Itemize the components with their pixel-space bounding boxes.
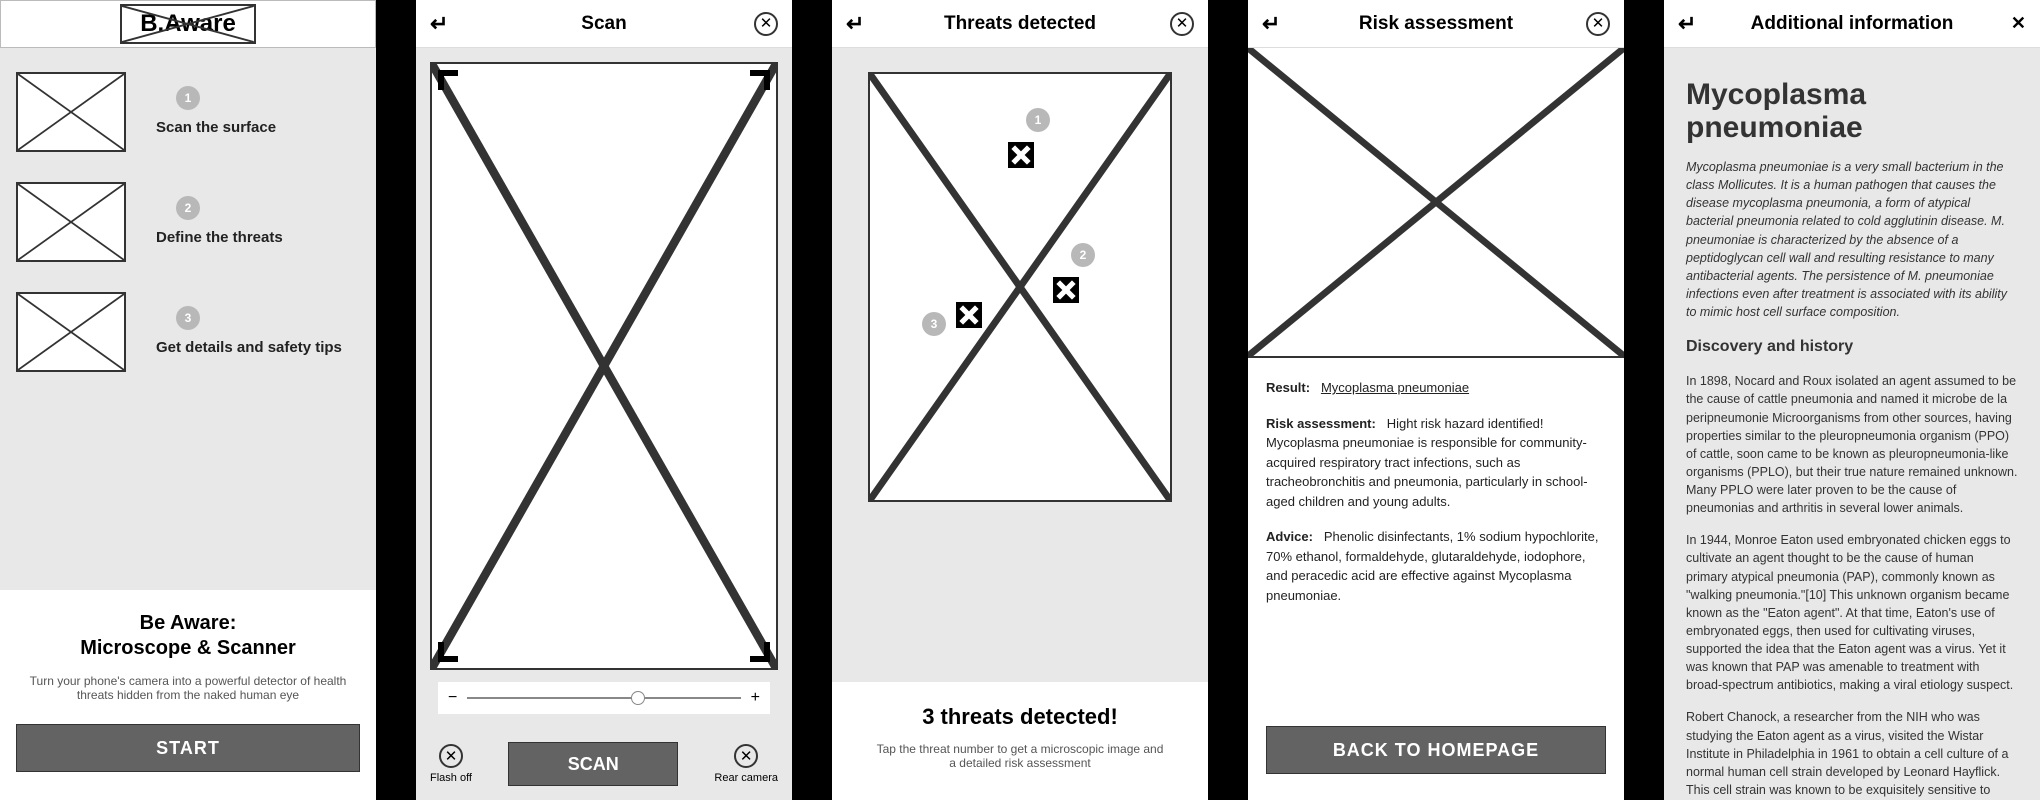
onboarding-steps: 1 Scan the surface 2 Define the threats … bbox=[0, 48, 376, 372]
step-1-number: 1 bbox=[176, 86, 200, 110]
back-icon[interactable]: ↵ bbox=[1678, 11, 1696, 37]
close-icon[interactable]: ✕ bbox=[1586, 12, 1610, 36]
close-icon[interactable]: ✕ bbox=[1170, 12, 1194, 36]
threat-marker-3[interactable]: 3 bbox=[956, 302, 982, 328]
frame-corner-icon bbox=[438, 642, 458, 662]
risk-label: Risk assessment: bbox=[1266, 416, 1376, 431]
threats-summary: 3 threats detected! Tap the threat numbe… bbox=[832, 682, 1208, 800]
back-icon[interactable]: ↵ bbox=[1262, 11, 1280, 37]
page-title: Additional information bbox=[1751, 13, 1954, 35]
intro-panel: Be Aware: Microscope & Scanner Turn your… bbox=[0, 590, 376, 800]
frame-corner-icon bbox=[438, 70, 458, 90]
article-intro: Mycoplasma pneumoniae is a very small ba… bbox=[1686, 158, 2018, 321]
threat-map: 1 2 3 bbox=[868, 72, 1172, 502]
page-title: Threats detected bbox=[944, 13, 1096, 35]
result-label: Result: bbox=[1266, 380, 1310, 395]
flash-icon: ✕ bbox=[439, 744, 463, 768]
zoom-out-icon[interactable]: − bbox=[448, 689, 457, 707]
screen-risk: ↵ Risk assessment ✕ Result: Mycoplasma p… bbox=[1248, 0, 1624, 800]
screen-scan: ↵ Scan ✕ − + ✕ Flash off SCAN ✕ bbox=[416, 0, 792, 800]
camera-label: Rear camera bbox=[714, 772, 778, 784]
threat-marker-icon bbox=[956, 302, 982, 328]
header: B.Aware bbox=[0, 0, 376, 48]
zoom-thumb[interactable] bbox=[631, 691, 645, 705]
frame-corner-icon bbox=[750, 70, 770, 90]
zoom-in-icon[interactable]: + bbox=[751, 689, 760, 707]
threats-description: Tap the threat number to get a microscop… bbox=[872, 742, 1168, 770]
app-logo: B.Aware bbox=[120, 4, 256, 44]
result-value[interactable]: Mycoplasma pneumoniae bbox=[1321, 380, 1469, 395]
page-title: Risk assessment bbox=[1359, 13, 1513, 35]
threat-number: 3 bbox=[922, 312, 946, 336]
screen-home: B.Aware 1 Scan the surface 2 Define the … bbox=[0, 0, 376, 800]
step-2-number: 2 bbox=[176, 196, 200, 220]
article-subheading: Discovery and history bbox=[1686, 335, 2018, 358]
zoom-slider[interactable]: − + bbox=[438, 682, 770, 714]
flash-label: Flash off bbox=[430, 772, 472, 784]
flash-toggle[interactable]: ✕ Flash off bbox=[430, 744, 472, 784]
step-1: 1 Scan the surface bbox=[16, 72, 360, 152]
frame-corner-icon bbox=[750, 642, 770, 662]
scan-viewport: − + ✕ Flash off SCAN ✕ Rear camera bbox=[416, 48, 792, 800]
camera-toggle[interactable]: ✕ Rear camera bbox=[714, 744, 778, 784]
article-body[interactable]: Mycoplasma pneumoniae Mycoplasma pneumon… bbox=[1664, 48, 2040, 800]
step-3-label: Get details and safety tips bbox=[156, 338, 342, 358]
camera-icon: ✕ bbox=[734, 744, 758, 768]
step-2: 2 Define the threats bbox=[16, 182, 360, 262]
threat-marker-2[interactable]: 2 bbox=[1053, 277, 1079, 303]
intro-heading-1: Be Aware: bbox=[16, 612, 360, 635]
screen-info: ↵ Additional information Mycoplasma pneu… bbox=[1664, 0, 2040, 800]
header: ↵ Threats detected ✕ bbox=[832, 0, 1208, 48]
threat-marker-1[interactable]: 1 bbox=[1008, 142, 1034, 168]
step-2-image-placeholder bbox=[16, 182, 126, 262]
article-paragraph: Robert Chanock, a researcher from the NI… bbox=[1686, 708, 2018, 800]
threat-number: 2 bbox=[1071, 243, 1095, 267]
zoom-track[interactable] bbox=[467, 697, 740, 699]
article-paragraph: In 1898, Nocard and Roux isolated an age… bbox=[1686, 372, 2018, 517]
header: ↵ Risk assessment ✕ bbox=[1248, 0, 1624, 48]
back-icon[interactable]: ↵ bbox=[430, 11, 448, 37]
page-title: Scan bbox=[581, 13, 626, 35]
intro-description: Turn your phone's camera into a powerful… bbox=[26, 674, 350, 702]
camera-preview-placeholder bbox=[430, 62, 778, 670]
close-icon[interactable]: ✕ bbox=[754, 12, 778, 36]
microscope-image-placeholder bbox=[1248, 48, 1624, 358]
threats-heading: 3 threats detected! bbox=[852, 704, 1188, 730]
step-1-label: Scan the surface bbox=[156, 118, 276, 138]
header: ↵ Additional information bbox=[1664, 0, 2040, 48]
back-icon[interactable]: ↵ bbox=[846, 11, 864, 37]
screen-threats: ↵ Threats detected ✕ 1 2 3 3 threats det… bbox=[832, 0, 1208, 800]
close-icon[interactable] bbox=[2011, 13, 2026, 34]
scan-button[interactable]: SCAN bbox=[508, 742, 678, 786]
start-button[interactable]: START bbox=[16, 724, 360, 772]
step-1-image-placeholder bbox=[16, 72, 126, 152]
risk-text-panel: Result: Mycoplasma pneumoniae Risk asses… bbox=[1248, 358, 1624, 726]
back-home-button[interactable]: BACK TO HOMEPAGE bbox=[1266, 726, 1606, 774]
step-3: 3 Get details and safety tips bbox=[16, 292, 360, 372]
header: ↵ Scan ✕ bbox=[416, 0, 792, 48]
threat-number: 1 bbox=[1026, 108, 1050, 132]
article-paragraph: In 1944, Monroe Eaton used embryonated c… bbox=[1686, 531, 2018, 694]
advice-label: Advice: bbox=[1266, 529, 1313, 544]
step-2-label: Define the threats bbox=[156, 228, 283, 248]
step-3-image-placeholder bbox=[16, 292, 126, 372]
scan-result-placeholder bbox=[868, 72, 1172, 502]
intro-heading-2: Microscope & Scanner bbox=[16, 637, 360, 660]
article-heading: Mycoplasma pneumoniae bbox=[1686, 78, 2018, 144]
step-3-number: 3 bbox=[176, 306, 200, 330]
threat-marker-icon bbox=[1008, 142, 1034, 168]
threat-marker-icon bbox=[1053, 277, 1079, 303]
